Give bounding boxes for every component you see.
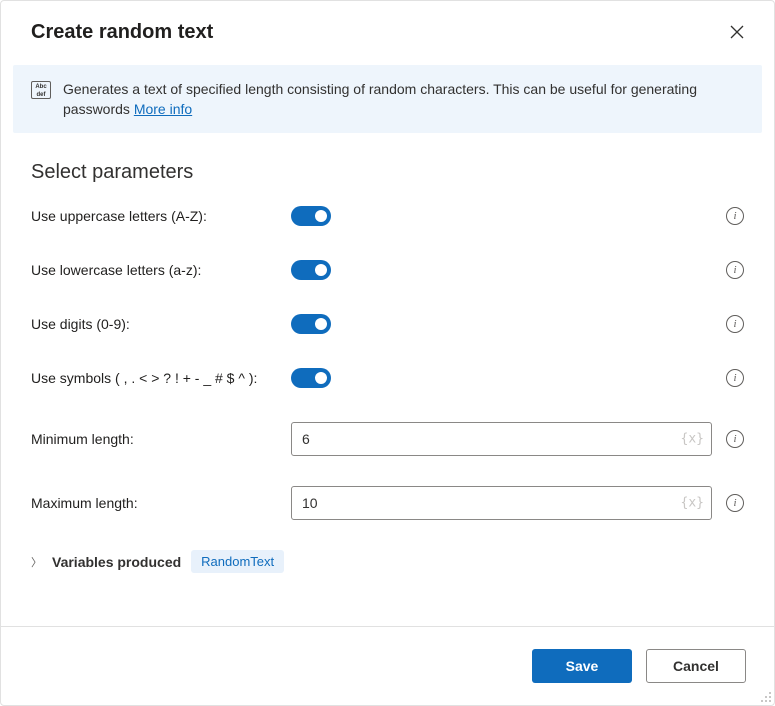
uppercase-label: Use uppercase letters (A-Z): [31,208,291,224]
min-length-row: Minimum length: {x} [31,422,744,456]
chevron-right-icon: 〉 [31,554,42,570]
param-row-digits: Use digits (0-9): [31,314,744,334]
variables-produced-row[interactable]: 〉 Variables produced RandomText [31,550,744,573]
symbols-label: Use symbols ( , . < > ? ! + - _ # $ ^ ): [31,370,291,386]
close-button[interactable] [724,19,750,45]
create-random-text-dialog: Create random text Generates a text of s… [0,0,775,706]
min-length-label: Minimum length: [31,431,291,447]
info-icon[interactable] [726,494,744,512]
digits-toggle[interactable] [291,314,331,334]
max-length-input[interactable] [291,486,712,520]
dialog-footer: Save Cancel [1,626,774,705]
abc-def-icon [31,81,51,99]
variable-tag-randomtext[interactable]: RandomText [191,550,284,573]
info-text: Generates a text of specified length con… [63,79,744,119]
symbols-toggle[interactable] [291,368,331,388]
max-length-row: Maximum length: {x} [31,486,744,520]
max-length-label: Maximum length: [31,495,291,511]
resize-grip-icon[interactable] [760,691,772,703]
save-button[interactable]: Save [532,649,632,683]
more-info-link[interactable]: More info [134,101,192,117]
param-row-uppercase: Use uppercase letters (A-Z): [31,206,744,226]
variable-token-icon[interactable]: {x} [681,496,704,511]
info-icon[interactable] [726,207,744,225]
info-icon[interactable] [726,369,744,387]
param-row-lowercase: Use lowercase letters (a-z): [31,260,744,280]
uppercase-toggle[interactable] [291,206,331,226]
variable-token-icon[interactable]: {x} [681,432,704,447]
section-title: Select parameters [31,161,744,184]
info-icon[interactable] [726,261,744,279]
dialog-title: Create random text [31,21,213,44]
param-row-symbols: Use symbols ( , . < > ? ! + - _ # $ ^ ): [31,368,744,388]
min-length-input[interactable] [291,422,712,456]
lowercase-toggle[interactable] [291,260,331,280]
close-icon [730,25,744,39]
lowercase-label: Use lowercase letters (a-z): [31,262,291,278]
dialog-header: Create random text [1,1,774,55]
info-icon[interactable] [726,315,744,333]
digits-label: Use digits (0-9): [31,316,291,332]
cancel-button[interactable]: Cancel [646,649,746,683]
info-bar: Generates a text of specified length con… [13,65,762,133]
dialog-content: Select parameters Use uppercase letters … [1,133,774,626]
info-icon[interactable] [726,430,744,448]
variables-produced-label: Variables produced [52,554,181,570]
